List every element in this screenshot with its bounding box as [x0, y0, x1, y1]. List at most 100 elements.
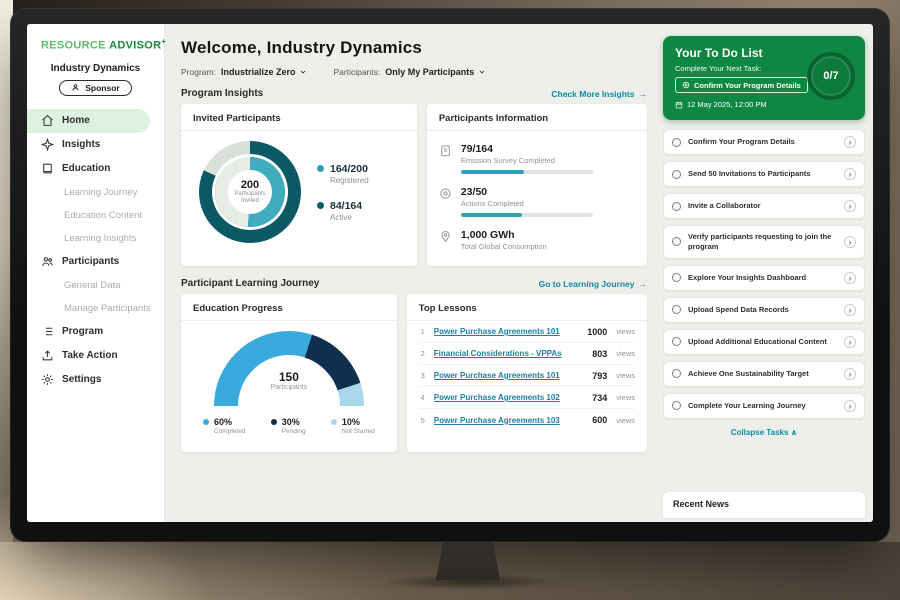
- learning-cards-row: Education Progress 150 Participants: [181, 294, 647, 452]
- lesson-link[interactable]: Power Purchase Agreements 102: [434, 393, 585, 402]
- spacer: [663, 437, 865, 493]
- todo-task[interactable]: Upload Spend Data Records ›: [663, 297, 865, 323]
- clipboard-icon: [439, 144, 452, 157]
- sidebar-item-take-action[interactable]: Take Action: [27, 344, 164, 368]
- checkbox-circle-icon[interactable]: [672, 369, 681, 378]
- upload-icon: [41, 349, 54, 362]
- sidebar-item-manage-participants[interactable]: Manage Participants: [27, 297, 164, 320]
- legend-item-active: 84/164 Active: [317, 200, 369, 222]
- checkbox-circle-icon[interactable]: [672, 138, 681, 147]
- progress-bar: [461, 213, 593, 217]
- checkbox-circle-icon[interactable]: [672, 202, 681, 211]
- legend-dot: [317, 202, 324, 209]
- page-title: Welcome, Industry Dynamics: [181, 38, 647, 58]
- program-filter-value: Industrialize Zero: [221, 67, 296, 77]
- checkbox-circle-icon[interactable]: [672, 170, 681, 179]
- checkbox-circle-icon[interactable]: [672, 305, 681, 314]
- sidebar-menu: Home Insights Education Learning Journey: [27, 109, 164, 392]
- sidebar-item-label: Learning Insights: [64, 233, 136, 244]
- legend-item-completed: 60% Completed: [203, 417, 245, 435]
- chevron-down-icon: [478, 68, 486, 76]
- sidebar-item-settings[interactable]: Settings: [27, 368, 164, 392]
- recent-news-header: Recent News: [663, 492, 865, 518]
- chevron-right-icon: ›: [844, 236, 856, 248]
- checkbox-circle-icon[interactable]: [672, 237, 681, 246]
- legend-dot: [331, 419, 337, 425]
- chevron-right-icon: ›: [844, 336, 856, 348]
- chevron-right-icon: ›: [844, 136, 856, 148]
- todo-task[interactable]: Complete Your Learning Journey ›: [663, 393, 865, 419]
- todo-header-card: Your To Do List Complete Your Next Task:…: [663, 36, 865, 120]
- todo-task[interactable]: Verify participants requesting to join t…: [663, 225, 865, 259]
- main-content: Welcome, Industry Dynamics Program: Indu…: [165, 24, 659, 522]
- checkbox-circle-icon[interactable]: [672, 401, 681, 410]
- card-title: Top Lessons: [419, 303, 635, 314]
- todo-task[interactable]: Send 50 Invitations to Participants ›: [663, 161, 865, 187]
- section-title-learning-journey: Participant Learning Journey: [181, 278, 319, 289]
- divider: [181, 130, 417, 131]
- sidebar-item-participants[interactable]: Participants: [27, 250, 164, 274]
- lesson-link[interactable]: Power Purchase Agreements 103: [434, 416, 585, 425]
- program-filter-dropdown[interactable]: Industrialize Zero: [221, 67, 308, 77]
- go-to-learning-journey-link[interactable]: Go to Learning Journey →: [539, 279, 647, 289]
- monitor-bezel: RESOURCE ADVISOR+ Industry Dynamics Spon…: [10, 8, 890, 542]
- sidebar-item-label: Home: [62, 115, 90, 126]
- arrow-right-icon: →: [639, 89, 648, 99]
- collapse-tasks-link[interactable]: Collapse Tasks ∧: [663, 428, 865, 437]
- todo-task[interactable]: Explore Your Insights Dashboard ›: [663, 265, 865, 291]
- next-task-chip[interactable]: Confirm Your Program Details: [675, 77, 808, 93]
- sidebar-item-label: General Data: [64, 280, 121, 291]
- sidebar-item-home[interactable]: Home: [27, 109, 150, 133]
- chevron-right-icon: ›: [844, 272, 856, 284]
- sidebar-item-learning-insights[interactable]: Learning Insights: [27, 227, 164, 250]
- legend-item-registered: 164/200 Registered: [317, 163, 369, 185]
- gauge-legend: 60% Completed 30% Pending: [193, 417, 385, 435]
- lesson-link[interactable]: Power Purchase Agreements 101: [434, 371, 585, 380]
- sidebar-item-label: Insights: [62, 139, 100, 150]
- sidebar-item-label: Settings: [62, 374, 101, 385]
- lesson-row: 5 Power Purchase Agreements 103 600 view…: [419, 409, 635, 431]
- sparkle-icon: [41, 138, 54, 151]
- card-title: Participants Information: [439, 113, 635, 124]
- chevron-right-icon: ›: [844, 368, 856, 380]
- todo-panel: Your To Do List Complete Your Next Task:…: [663, 36, 865, 518]
- check-more-insights-link[interactable]: Check More Insights →: [551, 89, 647, 99]
- top-lessons-card: Top Lessons 1 Power Purchase Agreements …: [407, 294, 647, 452]
- todo-task[interactable]: Confirm Your Program Details ›: [663, 129, 865, 155]
- stat-global-consumption: 1,000 GWh Total Global Consumption: [439, 229, 635, 251]
- stat-emission-survey: 79/164 Emission Survey Completed: [439, 143, 635, 174]
- lesson-link[interactable]: Power Purchase Agreements 101: [434, 327, 580, 336]
- lesson-link[interactable]: Financial Considerations - VPPAs: [434, 349, 585, 358]
- sidebar-item-general-data[interactable]: General Data: [27, 274, 164, 297]
- lesson-row: 1 Power Purchase Agreements 101 1000 vie…: [419, 321, 635, 343]
- todo-task[interactable]: Invite a Collaborator ›: [663, 193, 865, 219]
- lesson-row: 2 Financial Considerations - VPPAs 803 v…: [419, 343, 635, 365]
- insights-cards-row: Invited Participants 200 Participants In…: [181, 104, 647, 266]
- sidebar-item-learning-journey[interactable]: Learning Journey: [27, 181, 164, 204]
- sidebar-item-education-content[interactable]: Education Content: [27, 204, 164, 227]
- sidebar-item-label: Program: [62, 326, 103, 337]
- chevron-right-icon: ›: [844, 400, 856, 412]
- sidebar-item-program[interactable]: Program: [27, 320, 164, 344]
- todo-task[interactable]: Upload Additional Educational Content ›: [663, 329, 865, 355]
- lesson-row: 4 Power Purchase Agreements 102 734 view…: [419, 387, 635, 409]
- calendar-icon: [675, 101, 683, 109]
- sidebar-item-education[interactable]: Education: [27, 157, 164, 181]
- person-icon: [71, 83, 80, 92]
- legend-dot: [271, 419, 277, 425]
- checkbox-circle-icon[interactable]: [672, 337, 681, 346]
- chevron-down-icon: [299, 68, 307, 76]
- filters-row: Program: Industrialize Zero Participants…: [181, 67, 647, 77]
- sponsor-badge[interactable]: Sponsor: [59, 80, 131, 96]
- app-logo: RESOURCE ADVISOR+: [27, 24, 164, 52]
- sidebar-item-label: Education: [62, 163, 110, 174]
- card-title: Invited Participants: [193, 113, 405, 124]
- todo-task[interactable]: Achieve One Sustainability Target ›: [663, 361, 865, 387]
- participants-filter-dropdown[interactable]: Only My Participants: [385, 67, 486, 77]
- target-icon: [682, 81, 690, 89]
- sidebar-item-insights[interactable]: Insights: [27, 133, 164, 157]
- invited-participants-card: Invited Participants 200 Participants In…: [181, 104, 417, 266]
- desk-background: RESOURCE ADVISOR+ Industry Dynamics Spon…: [0, 0, 900, 600]
- todo-task-list: Confirm Your Program Details › Send 50 I…: [663, 129, 865, 419]
- checkbox-circle-icon[interactable]: [672, 273, 681, 282]
